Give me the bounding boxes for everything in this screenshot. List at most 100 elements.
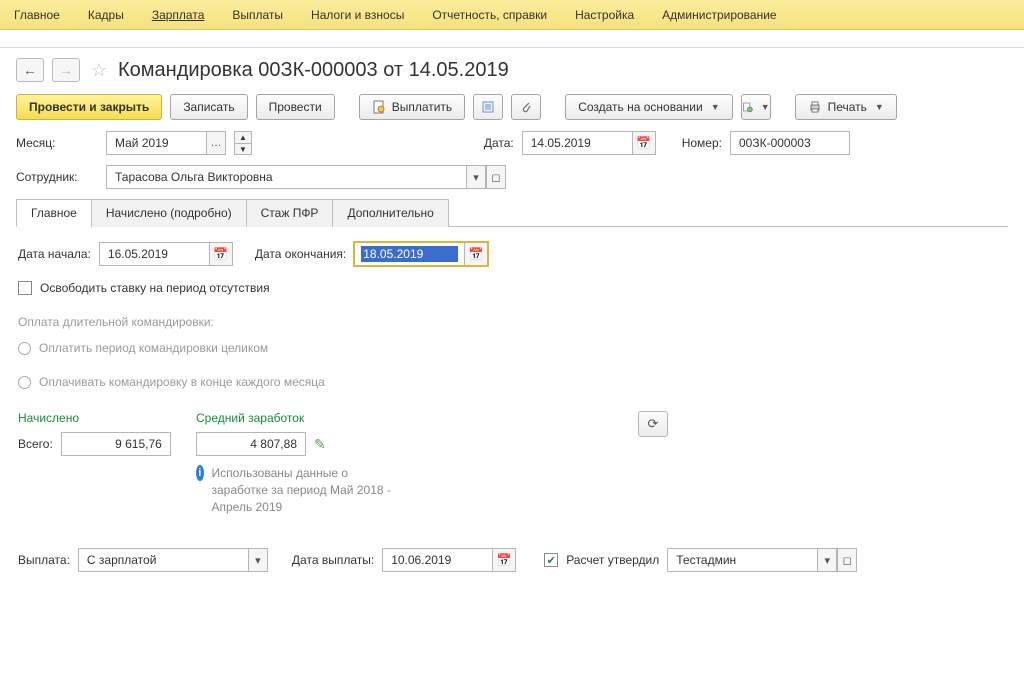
avg-header: Средний заработок [196, 411, 396, 425]
calendar-icon[interactable]: 📅 [209, 242, 233, 266]
caret-down-icon: ▼ [875, 102, 884, 112]
tab-body-main: Дата начала: 📅 Дата окончания: 📅 Освобод… [16, 227, 1008, 595]
employee-dropdown-button[interactable]: ▾ [466, 165, 486, 189]
print-label: Печать [828, 100, 867, 114]
approver-input[interactable] [674, 552, 811, 568]
toolbar: Провести и закрыть Записать Провести Вып… [0, 88, 1024, 130]
employee-label: Сотрудник: [16, 170, 98, 184]
menu-item-payments[interactable]: Выплаты [230, 4, 285, 26]
tab-accrued[interactable]: Начислено (подробно) [91, 199, 247, 227]
menu-item-hr[interactable]: Кадры [86, 4, 126, 26]
number-input[interactable] [737, 135, 843, 151]
menu-item-taxes[interactable]: Налоги и взносы [309, 4, 406, 26]
print-button[interactable]: Печать ▼ [795, 94, 897, 120]
report-button[interactable] [473, 94, 503, 120]
month-field[interactable]: … [106, 131, 226, 155]
total-field[interactable] [61, 432, 171, 456]
menu-item-settings[interactable]: Настройка [573, 4, 636, 26]
opt-monthly-radio [18, 376, 31, 389]
menu-item-main[interactable]: Главное [12, 4, 62, 26]
favorite-icon[interactable]: ☆ [88, 59, 110, 81]
calendar-icon[interactable]: 📅 [492, 548, 516, 572]
menu-item-reports[interactable]: Отчетность, справки [430, 4, 549, 26]
pay-button[interactable]: Выплатить [359, 94, 466, 120]
payout-input[interactable] [85, 552, 242, 568]
accrued-header: Начислено [18, 411, 188, 425]
nav-back-button[interactable]: ← [16, 58, 44, 82]
month-spin[interactable]: ▲ ▼ [234, 131, 252, 155]
payout-dropdown-button[interactable]: ▾ [248, 548, 268, 572]
approved-label: Расчет утвердил [566, 553, 659, 567]
nav-forward-button[interactable]: → [52, 58, 80, 82]
info-icon: i [196, 465, 204, 481]
create-based-button[interactable]: Создать на основании ▼ [565, 94, 732, 120]
link-button[interactable]: ▼ [741, 94, 771, 120]
spin-up-icon[interactable]: ▲ [234, 131, 252, 143]
doc-date-input[interactable] [529, 135, 626, 151]
month-input[interactable] [113, 135, 200, 151]
approved-checkbox[interactable]: ✔ [544, 553, 558, 567]
employee-field[interactable]: ▾ ◻ [106, 165, 506, 189]
caret-down-icon: ▼ [761, 102, 770, 112]
avg-input[interactable] [203, 436, 299, 452]
refresh-button[interactable]: ⟳ [638, 411, 668, 437]
payout-field[interactable]: ▾ [78, 548, 268, 572]
list-icon [481, 100, 495, 114]
start-date-input[interactable] [106, 246, 203, 262]
post-and-close-button[interactable]: Провести и закрыть [16, 94, 162, 120]
top-menu: Главное Кадры Зарплата Выплаты Налоги и … [0, 0, 1024, 30]
total-input[interactable] [68, 436, 164, 452]
end-date-label: Дата окончания: [255, 247, 346, 261]
month-ellipsis-button[interactable]: … [206, 131, 226, 155]
approver-open-button[interactable]: ◻ [837, 548, 857, 572]
paydate-field[interactable]: 📅 [382, 548, 516, 572]
approver-dropdown-button[interactable]: ▾ [817, 548, 837, 572]
opt-whole-radio [18, 342, 31, 355]
paydate-label: Дата выплаты: [292, 553, 374, 567]
post-button[interactable]: Провести [256, 94, 335, 120]
edit-avg-icon[interactable]: ✎ [314, 436, 326, 453]
tabs: Главное Начислено (подробно) Стаж ПФР До… [16, 198, 1008, 227]
total-label: Всего: [18, 437, 53, 451]
end-date-field[interactable]: 📅 [354, 242, 488, 266]
month-label: Месяц: [16, 136, 98, 150]
start-date-field[interactable]: 📅 [99, 242, 233, 266]
opt-whole-label: Оплатить период командировки целиком [39, 341, 268, 355]
start-date-label: Дата начала: [18, 247, 91, 261]
page-title: Командировка 00ЗК-000003 от 14.05.2019 [118, 59, 509, 82]
payout-label: Выплата: [18, 553, 70, 567]
spin-down-icon[interactable]: ▼ [234, 143, 252, 155]
employee-input[interactable] [113, 169, 460, 185]
release-rate-label: Освободить ставку на период отсутствия [40, 281, 270, 295]
number-field[interactable] [730, 131, 850, 155]
tab-main[interactable]: Главное [16, 199, 92, 227]
menu-item-salary[interactable]: Зарплата [150, 4, 207, 26]
tab-extra[interactable]: Дополнительно [332, 199, 448, 227]
calendar-icon[interactable]: 📅 [632, 131, 656, 155]
end-date-input[interactable] [361, 246, 458, 262]
create-based-label: Создать на основании [578, 100, 703, 114]
menu-item-admin[interactable]: Администрирование [660, 4, 778, 26]
link-doc-icon [742, 100, 753, 114]
number-label: Номер: [682, 136, 722, 150]
employee-open-button[interactable]: ◻ [486, 165, 506, 189]
title-bar: ← → ☆ Командировка 00ЗК-000003 от 14.05.… [0, 48, 1024, 88]
pay-button-label: Выплатить [392, 100, 453, 114]
avg-field[interactable] [196, 432, 306, 456]
paydate-input[interactable] [389, 552, 486, 568]
attach-button[interactable] [511, 94, 541, 120]
release-rate-checkbox[interactable] [18, 281, 32, 295]
opt-monthly-label: Оплачивать командировку в конце каждого … [39, 375, 325, 389]
calendar-icon[interactable]: 📅 [464, 242, 488, 266]
printer-icon [808, 100, 822, 114]
info-text: Использованы данные о заработке за перио… [212, 465, 397, 515]
date-label: Дата: [484, 136, 514, 150]
approver-field[interactable]: ▾ ◻ [667, 548, 857, 572]
long-trip-header: Оплата длительной командировки: [18, 315, 1006, 329]
doc-date-field[interactable]: 📅 [522, 131, 656, 155]
save-button[interactable]: Записать [170, 94, 247, 120]
caret-down-icon: ▼ [711, 102, 720, 112]
document-money-icon [372, 100, 386, 114]
paperclip-icon [519, 100, 533, 114]
tab-pfr[interactable]: Стаж ПФР [246, 199, 334, 227]
